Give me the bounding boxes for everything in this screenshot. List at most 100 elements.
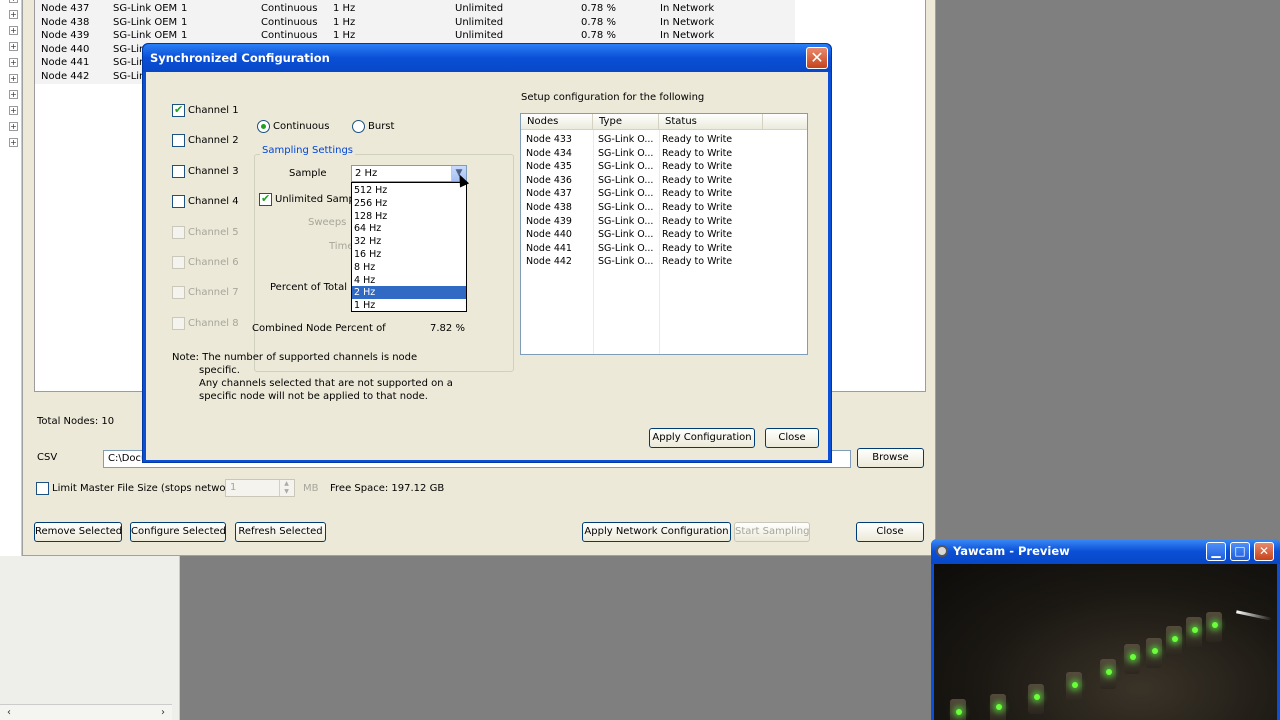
dialog-close-button[interactable]: Close [765, 428, 819, 448]
configure-selected-button[interactable]: Configure Selected [130, 522, 226, 542]
channel-2-checkbox[interactable] [172, 134, 185, 148]
rate-option[interactable]: 512 Hz [352, 184, 466, 197]
dialog-titlebar[interactable]: Synchronized Configuration ✕ [143, 44, 831, 72]
list-item[interactable]: Node 434 SG-Link O... Ready to Write [521, 147, 807, 161]
rate-option[interactable]: 256 Hz [352, 197, 466, 210]
burst-radio[interactable] [352, 120, 365, 133]
rate-option[interactable]: 32 Hz [352, 235, 466, 248]
limit-size-spinner[interactable]: ▲ ▼ [279, 480, 293, 496]
channel-7-label: Channel 7 [188, 287, 239, 299]
browse-button[interactable]: Browse [857, 448, 924, 468]
tree-expand-icon[interactable]: + [9, 106, 18, 115]
rate-option[interactable]: 16 Hz [352, 248, 466, 261]
tree-expand-icon[interactable]: + [9, 122, 18, 131]
dialog-body: Channel 1 Channel 2 Channel 3 Channel 4 Chan… [146, 72, 828, 460]
apply-configuration-button[interactable]: Apply Configuration [649, 428, 755, 448]
rate-option[interactable]: 4 Hz [352, 274, 466, 287]
list-item[interactable]: Node 441 SG-Link O... Ready to Write [521, 242, 807, 256]
tree-expand-icon[interactable]: + [9, 90, 18, 99]
list-item[interactable]: Node 435 SG-Link O... Ready to Write [521, 160, 807, 174]
close-icon[interactable]: ✕ [1254, 542, 1274, 561]
status-led [1106, 669, 1112, 675]
list-cell-status: Ready to Write [662, 174, 733, 186]
grid-cell-pct: 0.78 % [581, 30, 616, 41]
grid-cell-pct: 0.78 % [581, 3, 616, 14]
list-cell-node: Node 438 [526, 202, 572, 213]
list-item[interactable]: Node 433 SG-Link O... Ready to Write [521, 133, 807, 147]
column-header-status[interactable]: Status [659, 114, 763, 130]
minimize-icon[interactable]: ▁ [1206, 542, 1226, 561]
list-item[interactable]: Node 438 SG-Link O... Ready to Write [521, 201, 807, 215]
channel-1-checkbox[interactable] [172, 103, 185, 117]
start-sampling-button[interactable]: Start Sampling [734, 522, 810, 542]
tree-expand-icon[interactable]: + [9, 26, 18, 35]
yawcam-titlebar[interactable]: Yawcam - Preview ▁ □ ✕ [931, 539, 1280, 564]
continuous-label: Continuous [273, 121, 330, 132]
main-close-button[interactable]: Close [856, 522, 924, 542]
grid-cell-model: SG-Link OEM [113, 3, 178, 14]
rate-option[interactable]: 8 Hz [352, 261, 466, 274]
rate-option[interactable]: 2 Hz [352, 286, 466, 300]
channel-4-checkbox[interactable] [172, 195, 185, 209]
tree-expand-icon[interactable]: + [9, 10, 18, 19]
grid-row[interactable]: Node 439 SG-Link OEM 1 Continuous 1 Hz Unlimi… [35, 29, 795, 43]
list-item[interactable]: Node 442 SG-Link O... Ready to Write [521, 255, 807, 269]
list-cell-node: Node 434 [526, 147, 572, 159]
rate-option[interactable]: 128 Hz [352, 210, 466, 223]
list-cell-type: SG-Link O... [598, 215, 654, 227]
grid-row[interactable]: Node 438 SG-Link OEM 1 Continuous 1 Hz Unlimi… [35, 16, 795, 30]
nodes-list[interactable]: Nodes Type Status Node 433 SG-Link O... Re… [520, 113, 808, 355]
horizontal-scrollbar[interactable]: ‹ › [0, 704, 172, 720]
grid-row[interactable]: Node 437 SG-Link OEM 1 Continuous 1 Hz Unlimi… [35, 2, 795, 16]
channel-8-checkbox[interactable] [172, 316, 185, 330]
light-streak [1236, 610, 1272, 621]
tree-expand-icon[interactable]: + [9, 0, 18, 3]
apply-network-configuration-button[interactable]: Apply Network Configuration [582, 522, 731, 542]
rate-option[interactable]: 64 Hz [352, 222, 466, 235]
refresh-selected-button[interactable]: Refresh Selected [235, 522, 326, 542]
tree-expand-icon[interactable]: + [9, 74, 18, 83]
sample-rate-dropdown[interactable]: 512 Hz 256 Hz 128 Hz 64 Hz 32 Hz 16 Hz 8 Hz 4 H… [351, 182, 467, 312]
yawcam-title: Yawcam - Preview [953, 544, 1070, 558]
column-header-type[interactable]: Type [593, 114, 659, 130]
list-cell-type: SG-Link O... [598, 161, 654, 173]
grid-cell-node: Node 440 [41, 43, 90, 55]
channel-5-label: Channel 5 [188, 226, 239, 238]
unlimited-sample-checkbox[interactable] [259, 192, 272, 206]
grid-cell-node: Node 442 [41, 70, 90, 82]
grid-cell-mode: Continuous [261, 16, 318, 28]
csv-label: CSV [37, 452, 58, 463]
list-item[interactable]: Node 439 SG-Link O... Ready to Write [521, 215, 807, 229]
list-item[interactable]: Node 436 SG-Link O... Ready to Write [521, 174, 807, 188]
dialog-close-icon[interactable]: ✕ [806, 47, 828, 69]
tree-expand-icon[interactable]: + [9, 138, 18, 147]
list-cell-type: SG-Link O... [598, 174, 654, 186]
scroll-right-icon[interactable]: › [156, 706, 170, 720]
note-line: specific node will not be applied to tha… [199, 391, 428, 402]
sample-rate-select[interactable]: 2 Hz ▼ [351, 165, 467, 182]
tree-expand-icon[interactable]: + [9, 58, 18, 67]
column-header-nodes[interactable]: Nodes [521, 114, 593, 130]
tree-expand-icon[interactable]: + [9, 42, 18, 51]
list-cell-status: Ready to Write [662, 242, 733, 254]
remove-selected-button[interactable]: Remove Selected [34, 522, 122, 542]
channel-6-label: Channel 6 [188, 257, 239, 268]
time-label: Time [329, 241, 354, 252]
continuous-radio[interactable] [257, 120, 270, 133]
channel-5-checkbox[interactable] [172, 225, 185, 239]
list-item[interactable]: Node 437 SG-Link O... Ready to Write [521, 187, 807, 201]
limit-file-size-checkbox[interactable] [36, 482, 49, 495]
rate-option[interactable]: 1 Hz [352, 299, 466, 312]
total-nodes-label: Total Nodes: 10 [37, 416, 115, 427]
channel-6-checkbox[interactable] [172, 256, 185, 269]
setup-configuration-label: Setup configuration for the following [521, 92, 705, 103]
channel-7-checkbox[interactable] [172, 286, 185, 300]
maximize-icon[interactable]: □ [1230, 542, 1250, 561]
percent-of-total-label: Percent of Total [270, 282, 347, 293]
grid-cell-model: SG-Link OEM [113, 30, 178, 41]
channel-2-label: Channel 2 [188, 135, 239, 147]
scroll-left-icon[interactable]: ‹ [2, 706, 16, 720]
list-item[interactable]: Node 440 SG-Link O... Ready to Write [521, 228, 807, 242]
channel-3-checkbox[interactable] [172, 164, 185, 178]
list-cell-type: SG-Link O... [598, 134, 654, 145]
